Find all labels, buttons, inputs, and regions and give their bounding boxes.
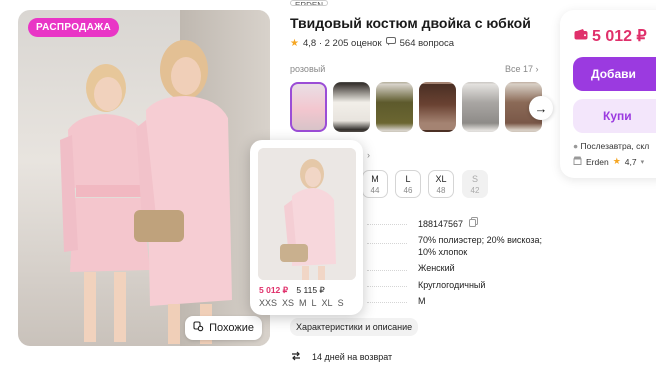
return-info: 14 дней на возврат: [290, 350, 392, 364]
popup-model-illustration: [258, 148, 356, 280]
characteristics-button[interactable]: Характеристики и описание: [290, 318, 419, 336]
popup-size: L: [311, 298, 317, 308]
spec-season: Круглогодичный: [418, 280, 486, 290]
color-thumb-pink[interactable]: [290, 82, 327, 132]
add-to-cart-button[interactable]: Добави: [573, 57, 656, 91]
size-option[interactable]: XL 48: [428, 170, 454, 198]
size-ru: L: [405, 173, 411, 184]
size-ru: XL: [435, 173, 447, 184]
size-option-disabled: S 42: [462, 170, 488, 198]
color-thumbnails: [290, 82, 542, 132]
delivery-info: ● Послезавтра, скл: [573, 141, 649, 151]
spec-gender: Женский: [418, 263, 455, 273]
delivery-icon: ●: [573, 141, 579, 151]
spec-divider: [367, 243, 407, 244]
return-text: 14 дней на возврат: [312, 352, 393, 362]
color-thumb-brown[interactable]: [419, 82, 456, 132]
similar-button-label: Похожие: [209, 322, 254, 334]
size-eu: 42: [470, 185, 480, 195]
popup-size: S: [337, 298, 344, 308]
spec-article: 188147567: [418, 217, 479, 230]
similar-button[interactable]: Похожие: [185, 316, 262, 340]
popup-price: 5 012 ₽ 5 115 ₽: [259, 285, 325, 296]
popup-price-old: 5 115 ₽: [296, 285, 325, 295]
size-option[interactable]: M 44: [362, 170, 388, 198]
similar-product-popup[interactable]: 5 012 ₽ 5 115 ₽ XXS XS M L XL S: [250, 140, 363, 315]
seller-name[interactable]: Erden: [586, 157, 609, 167]
star-icon: ★: [612, 156, 621, 166]
delivery-text: Послезавтра, скл: [580, 141, 650, 151]
popup-size: XL: [321, 298, 333, 308]
rating-row[interactable]: ★ 4,8 · 2 205 оценок 564 вопроса: [290, 37, 454, 49]
color-thumb-olive[interactable]: [376, 82, 413, 132]
spec-divider: [367, 224, 407, 225]
color-thumb-grey[interactable]: [462, 82, 499, 132]
brand-link[interactable]: ERDEN: [290, 0, 329, 6]
price: 5 012 ₽: [574, 26, 647, 46]
popup-size: XXS: [259, 298, 278, 308]
questions-icon: [385, 37, 396, 49]
size-eu: 44: [370, 185, 380, 195]
questions-link[interactable]: 564 вопроса: [400, 38, 454, 49]
size-chart-chevron-icon[interactable]: ›: [367, 150, 370, 160]
chevron-down-icon: ▾: [640, 158, 645, 166]
popup-size: XS: [282, 298, 295, 308]
main-product-photo[interactable]: РАСПРОДАЖА Похожие: [18, 10, 270, 346]
size-ru: S: [471, 173, 478, 184]
price-value: 5 012 ₽: [592, 28, 647, 45]
product-title: Твидовый костюм двойка с юбкой: [290, 15, 531, 31]
buy-panel: 5 012 ₽ Добави Купи ● Послезавтра, скл E…: [560, 10, 656, 178]
all-colors-link[interactable]: Все 17 ›: [505, 64, 539, 74]
size-eu: 48: [436, 185, 446, 195]
return-arrows-icon: [290, 350, 302, 364]
article-value: 188147567: [418, 218, 464, 229]
wallet-icon: [574, 27, 588, 45]
copy-icon[interactable]: [469, 217, 479, 230]
sale-badge: РАСПРОДАЖА: [28, 18, 119, 37]
size-option[interactable]: L 46: [395, 170, 421, 198]
thumbs-next-button[interactable]: →: [529, 96, 553, 120]
color-thumb-white[interactable]: [333, 82, 370, 132]
seller-rating: 4,7: [624, 156, 637, 167]
rating-text[interactable]: 4,8 · 2 205 оценок: [303, 38, 382, 49]
shop-icon: [573, 156, 582, 167]
similar-icon: [193, 321, 204, 335]
spec-divider: [367, 302, 407, 303]
star-icon: ★: [290, 37, 299, 49]
buy-now-button[interactable]: Купи: [573, 99, 656, 133]
popup-size: M: [299, 298, 307, 308]
popup-price-new: 5 012 ₽: [259, 285, 289, 295]
models-illustration: [60, 40, 232, 344]
spec-size: M: [418, 296, 426, 306]
popup-sizes: XXS XS M L XL S: [259, 298, 344, 308]
spec-composition: 70% полиэстер; 20% вискоза; 10% хлопок: [418, 235, 542, 257]
size-eu: 46: [403, 185, 413, 195]
spec-divider: [367, 270, 407, 271]
seller-info[interactable]: Erden ★ 4,7 ▾: [573, 156, 644, 167]
arrow-right-icon: →: [534, 100, 548, 116]
popup-product-image[interactable]: [258, 148, 356, 280]
color-label: розовый: [290, 64, 326, 74]
size-ru: M: [371, 173, 379, 184]
spec-divider: [367, 286, 407, 287]
